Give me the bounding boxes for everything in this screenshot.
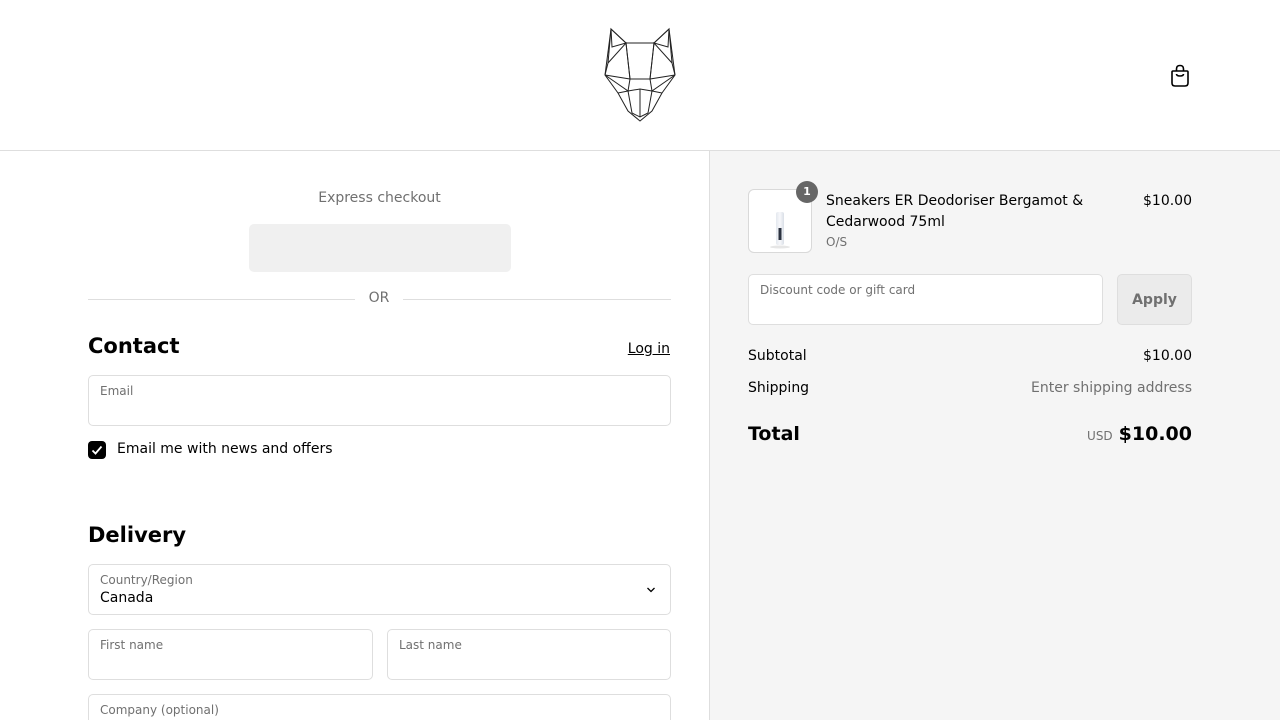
newsletter-checkbox[interactable]	[88, 441, 106, 459]
checkmark-icon	[91, 445, 103, 455]
product-name: Sneakers ER Deodoriser Bergamot & Cedarw…	[826, 193, 1084, 230]
or-text: OR	[368, 290, 390, 306]
divider-line	[403, 299, 671, 300]
delivery-title: Delivery	[88, 523, 187, 547]
first-name-field[interactable]: First name	[88, 629, 373, 680]
total-amount: USD $10.00	[1087, 423, 1192, 445]
email-field[interactable]: Email	[88, 375, 671, 426]
express-checkout-title: Express checkout	[318, 190, 441, 206]
divider-line	[88, 299, 355, 300]
cart-button[interactable]	[1168, 63, 1192, 89]
country-label: Country/Region	[100, 573, 193, 587]
discount-input[interactable]: Discount code or gift card	[748, 274, 1103, 325]
total-label: Total	[748, 423, 800, 445]
product-price: $10.00	[1143, 193, 1192, 209]
checkout-main: Express checkout OR Contact Log in Email…	[0, 151, 710, 720]
header	[0, 0, 1280, 151]
subtotal-value: $10.00	[1143, 348, 1192, 364]
last-name-field[interactable]: Last name	[387, 629, 671, 680]
shopping-bag-icon	[1171, 64, 1189, 87]
or-divider: OR	[88, 290, 671, 308]
shipping-label: Shipping	[748, 380, 810, 396]
apply-discount-button[interactable]: Apply	[1117, 274, 1192, 325]
express-pay-button[interactable]	[249, 224, 511, 272]
discount-label: Discount code or gift card	[760, 283, 916, 297]
quantity-badge: 1	[796, 181, 818, 203]
subtotal-label: Subtotal	[748, 348, 807, 364]
shipping-value: Enter shipping address	[1031, 380, 1192, 396]
country-select[interactable]: Country/Region Canada	[88, 564, 671, 615]
product-variant: O/S	[826, 235, 848, 249]
contact-title: Contact	[88, 334, 180, 358]
newsletter-label: Email me with news and offers	[117, 441, 333, 457]
total-currency: USD	[1087, 429, 1113, 443]
fox-head-logo-icon[interactable]	[602, 27, 678, 123]
email-label: Email	[100, 384, 134, 398]
company-field[interactable]: Company (optional)	[88, 694, 671, 720]
country-value: Canada	[100, 590, 154, 606]
chevron-down-icon	[647, 587, 655, 593]
last-name-label: Last name	[399, 638, 462, 652]
company-label: Company (optional)	[100, 703, 219, 717]
first-name-label: First name	[100, 638, 164, 652]
log-in-link[interactable]: Log in	[628, 341, 670, 357]
total-value: $10.00	[1118, 423, 1192, 445]
order-summary: 1 Sneakers ER Deodoriser Bergamot & Ceda…	[710, 151, 1280, 720]
